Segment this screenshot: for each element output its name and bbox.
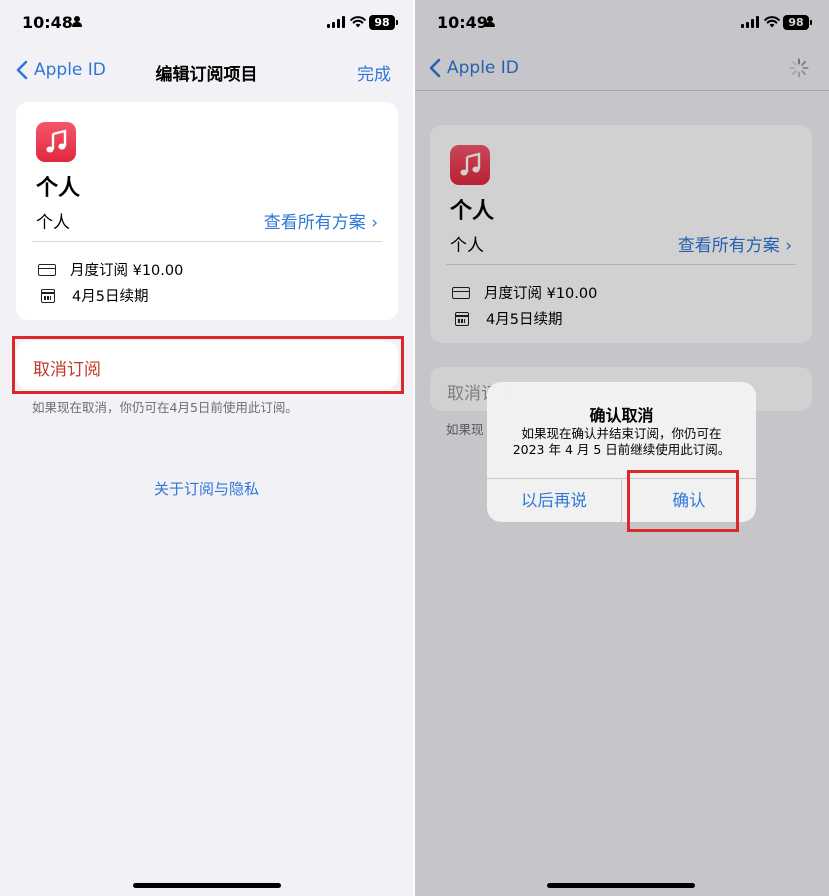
billing-row: 月度订阅 ¥10.00 [38,259,183,280]
music-note-icon [46,129,67,153]
highlight-box [12,336,404,394]
done-button[interactable]: 完成 [357,60,391,85]
highlight-box [627,470,739,532]
left-screen: 10:48 98 Apple ID 编辑订阅项目 完成 个人 个人 查看所有方案… [0,0,413,896]
renewal-row: 4月5日续期 [38,285,148,306]
status-time: 10:48 [22,13,73,32]
subscription-name: 个人 [36,176,81,201]
see-all-plans-link[interactable]: 查看所有方案 › [264,208,378,233]
home-indicator [133,883,281,888]
subscription-card: 个人 个人 查看所有方案 › 月度订阅 ¥10.00 4月5日续期 [16,102,398,320]
privacy-link[interactable]: 关于订阅与隐私 [0,478,413,499]
later-button[interactable]: 以后再说 [487,479,621,522]
alert-message-line-2: 2023 年 4 月 5 日前继续使用此订阅。 [512,442,731,457]
music-app-icon [36,122,76,162]
status-bar: 10:48 98 [0,0,413,46]
right-screen: 10:49 98 Apple ID 个人 个人 查看所有方案 › 月度订阅 ¥1… [415,0,829,896]
battery-icon: 98 [369,15,398,30]
wifi-icon [350,16,366,28]
card-divider [32,241,382,242]
cellular-signal-icon [327,16,345,28]
alert-title: 确认取消 [589,406,654,425]
calendar-icon [41,288,55,303]
credit-card-icon [38,263,56,276]
plan-label: 个人 [36,213,70,233]
alert-message-line-1: 如果现在确认并结束订阅，你仍可在 [521,426,722,441]
billing-text: 月度订阅 ¥10.00 [70,263,184,279]
renewal-text: 4月5日续期 [72,289,149,305]
alert-message: 如果现在确认并结束订阅，你仍可在 2023 年 4 月 5 日前继续使用此订阅。 [501,426,742,458]
page-title: 编辑订阅项目 [155,65,258,85]
cancel-note: 如果现在取消，你仍可在4月5日前使用此订阅。 [32,400,298,415]
home-indicator [547,883,695,888]
person-icon [72,16,82,27]
